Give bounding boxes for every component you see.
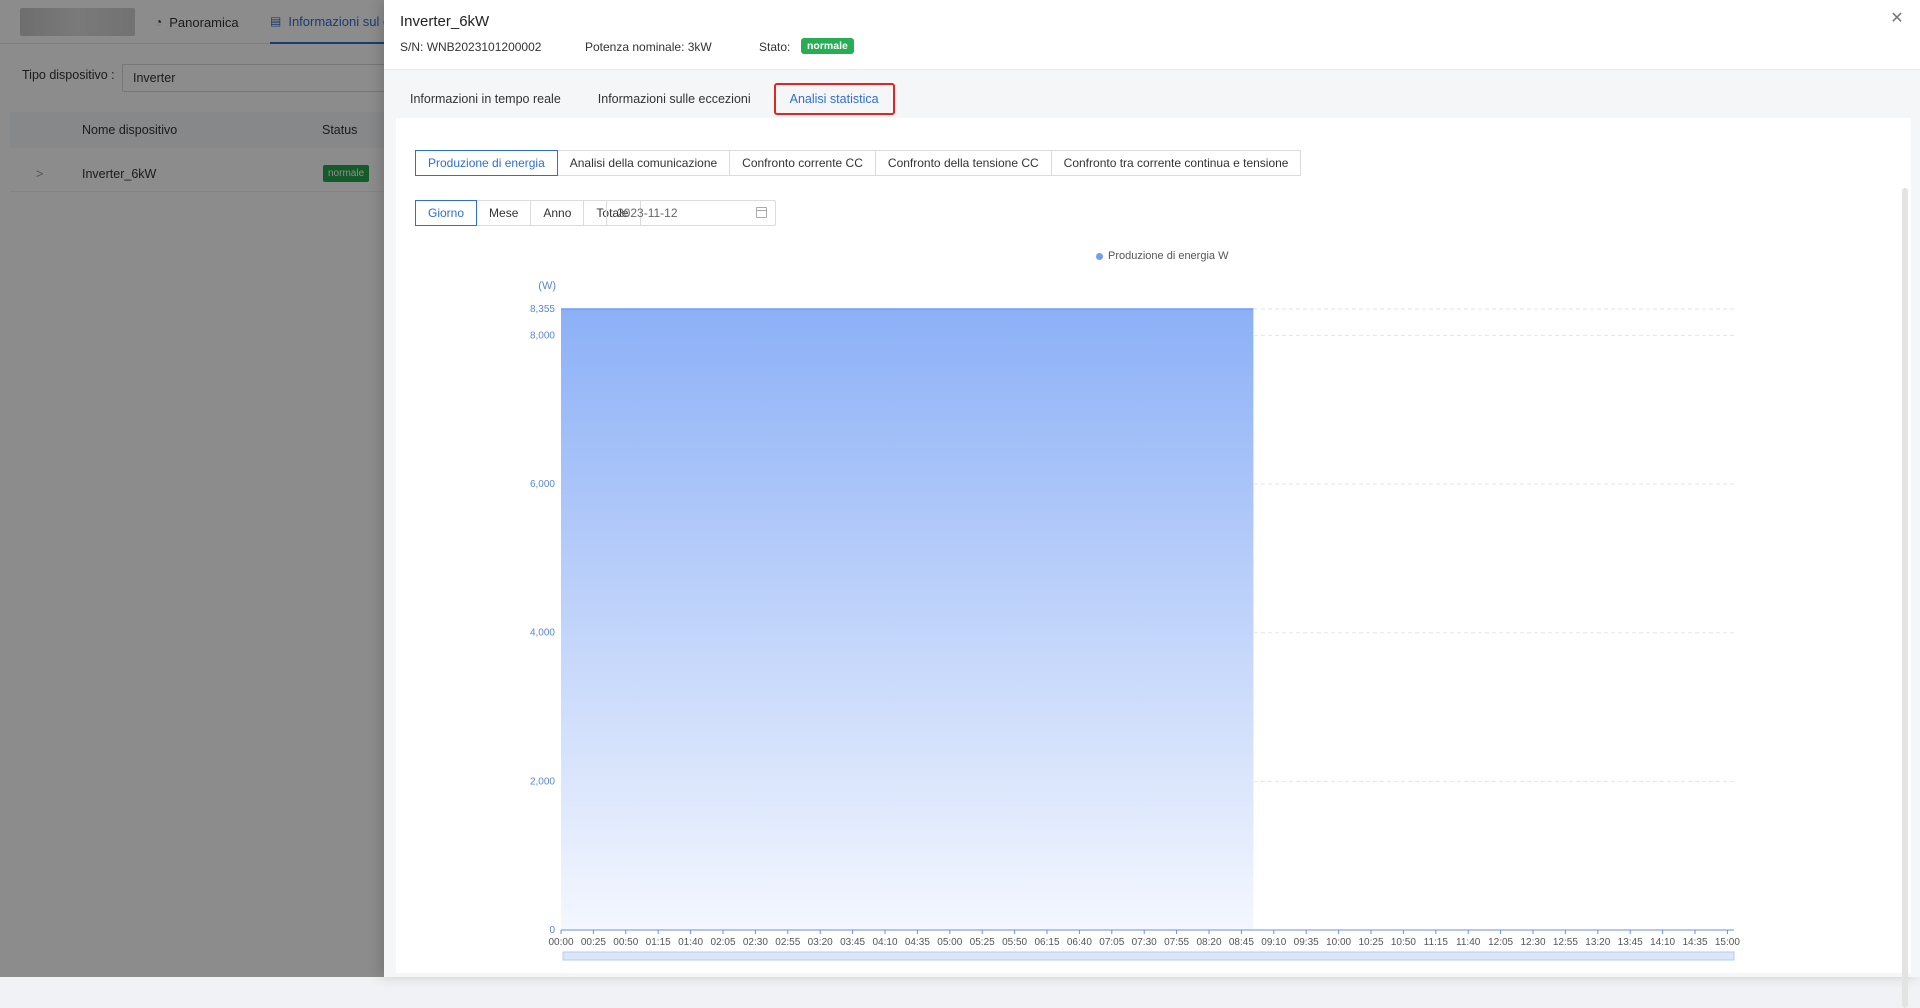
y-tick-label: 2,000 xyxy=(530,776,555,787)
x-tick-label: 07:30 xyxy=(1132,937,1157,948)
drawer-body: Informazioni in tempo reale Informazioni… xyxy=(384,70,1920,1008)
energy-area xyxy=(561,309,1254,930)
x-tick-label: 08:20 xyxy=(1196,937,1221,948)
x-tick-label: 10:00 xyxy=(1326,937,1351,948)
y-tick-label: 8,000 xyxy=(530,330,555,341)
power-label: Potenza nominale: xyxy=(585,40,685,54)
x-tick-label: 06:15 xyxy=(1034,937,1059,948)
drawer-title: Inverter_6kW xyxy=(400,13,490,30)
x-tick-label: 00:50 xyxy=(613,937,638,948)
status-badge: normale xyxy=(801,38,854,54)
x-tick-label: 10:50 xyxy=(1391,937,1416,948)
x-tick-label: 11:40 xyxy=(1456,937,1481,948)
period-day-button[interactable]: Giorno xyxy=(415,200,478,226)
x-tick-label: 12:30 xyxy=(1520,937,1545,948)
y-tick-label: 0 xyxy=(549,925,555,936)
x-tick-label: 05:00 xyxy=(937,937,962,948)
tab-realtime-info[interactable]: Informazioni in tempo reale xyxy=(396,82,575,116)
main-tabs: Informazioni in tempo reale Informazioni… xyxy=(396,82,904,116)
x-tick-label: 00:25 xyxy=(581,937,606,948)
tab-statistical-analysis[interactable]: Analisi statistica xyxy=(773,83,895,115)
serial-number: S/N: WNB2023101200002 xyxy=(400,40,541,54)
x-tick-label: 12:55 xyxy=(1553,937,1578,948)
x-tick-label: 02:55 xyxy=(775,937,800,948)
sn-label: S/N: xyxy=(400,40,424,54)
x-tick-label: 09:10 xyxy=(1261,937,1286,948)
x-tick-label: 12:05 xyxy=(1488,937,1513,948)
energy-production-chart: 0 2,000 4,000 6,000 8,000 8,355 (W) 00:00 00:25 0… xyxy=(530,280,1740,961)
x-tick-label: 07:55 xyxy=(1164,937,1189,948)
x-tick-label: 03:45 xyxy=(840,937,865,948)
zoom-slider xyxy=(562,951,1735,961)
y-tick-label: 4,000 xyxy=(530,628,555,639)
power-value: 3kW xyxy=(687,40,712,54)
x-tick-label: 02:05 xyxy=(710,937,735,948)
x-tick-label: 08:45 xyxy=(1229,937,1254,948)
device-detail-drawer: Inverter_6kW S/N: WNB2023101200002 Poten… xyxy=(384,0,1920,1008)
statistics-panel: Produzione di energia Analisi della comu… xyxy=(396,118,1911,973)
x-tick-label: 05:50 xyxy=(1002,937,1027,948)
x-tick-label: 01:40 xyxy=(678,937,703,948)
x-tick-label: 13:45 xyxy=(1618,937,1643,948)
x-tick-label: 00:00 xyxy=(548,937,573,948)
state-label: Stato: xyxy=(759,40,791,54)
x-tick-label: 09:35 xyxy=(1294,937,1319,948)
y-tick-label: 8,355 xyxy=(530,304,555,315)
x-tick-label: 06:40 xyxy=(1067,937,1092,948)
x-tick-label: 04:10 xyxy=(872,937,897,948)
x-tick-label: 15:00 xyxy=(1715,937,1740,948)
vertical-scrollbar[interactable] xyxy=(1902,188,1908,1008)
x-tick-label: 02:30 xyxy=(743,937,768,948)
tab-exceptions-info[interactable]: Informazioni sulle eccezioni xyxy=(584,82,765,116)
x-tick-label: 13:20 xyxy=(1585,937,1610,948)
x-tick-label: 07:05 xyxy=(1099,937,1124,948)
drawer-header: Inverter_6kW S/N: WNB2023101200002 Poten… xyxy=(384,0,1920,70)
x-tick-label: 10:25 xyxy=(1358,937,1383,948)
x-tick-label: 04:35 xyxy=(905,937,930,948)
y-tick-label: 6,000 xyxy=(530,479,555,490)
x-tick-label: 14:35 xyxy=(1682,937,1707,948)
x-tick-label: 05:25 xyxy=(970,937,995,948)
subtab-energy-production[interactable]: Produzione di energia xyxy=(415,150,558,176)
y-axis-unit: (W) xyxy=(538,280,556,292)
x-tick-label: 14:10 xyxy=(1650,937,1675,948)
x-tick-label: 01:15 xyxy=(646,937,671,948)
sn-value: WNB2023101200002 xyxy=(426,40,542,54)
x-tick-label: 11:15 xyxy=(1424,937,1449,948)
close-button[interactable]: ✕ xyxy=(1888,10,1906,28)
close-icon[interactable]: ✕ xyxy=(1890,10,1903,27)
x-tick-label: 03:20 xyxy=(808,937,833,948)
rated-power: Potenza nominale: 3kW xyxy=(585,40,712,54)
